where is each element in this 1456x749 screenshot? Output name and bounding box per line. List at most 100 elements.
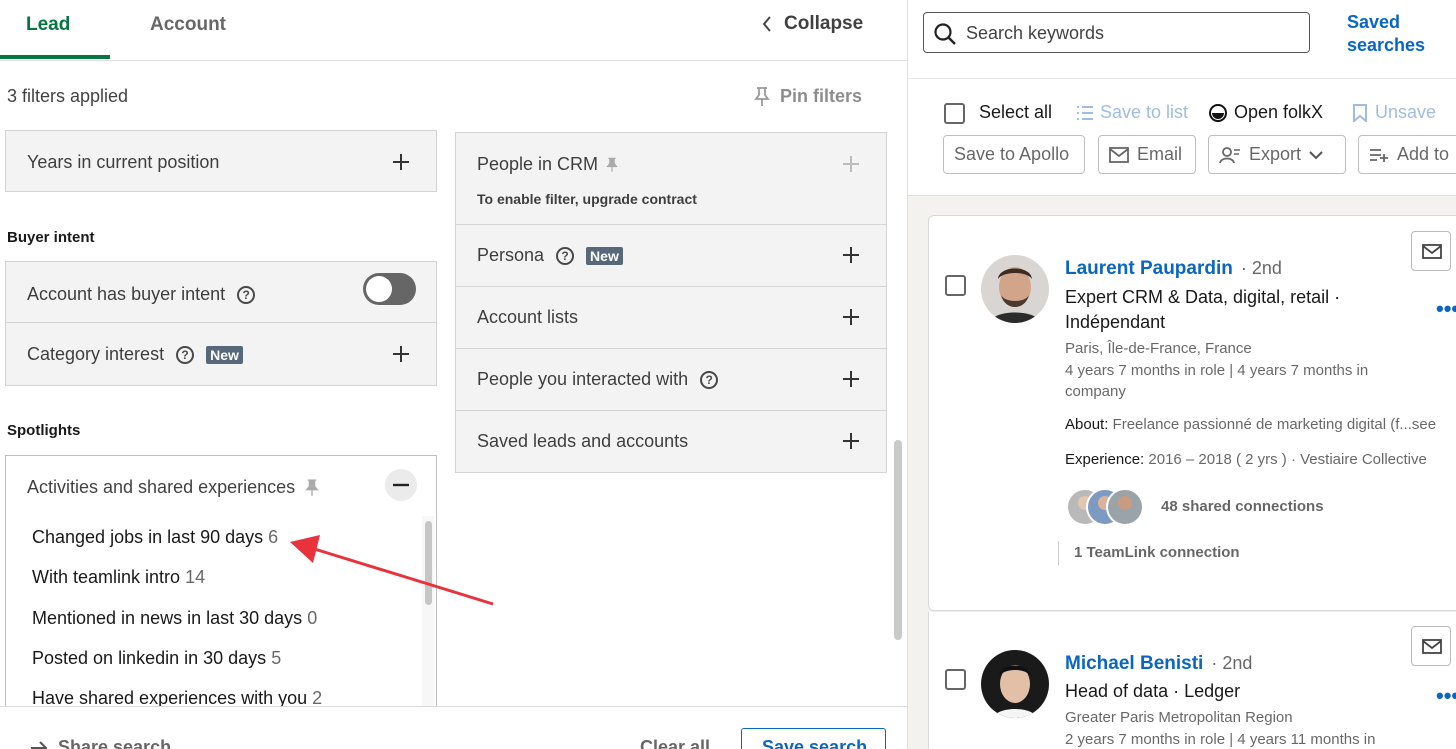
spotlight-label: Changed jobs in last 90 days	[32, 527, 264, 547]
shared-connections-avatars[interactable]	[1065, 487, 1153, 527]
filter-label: People you interacted with ?	[477, 369, 719, 390]
more-options-icon[interactable]: •••	[1436, 683, 1456, 709]
clear-all-button[interactable]: Clear all	[640, 737, 710, 749]
lead-tenure-line1: 2 years 7 months in role | 4 years 11 mo…	[1065, 731, 1376, 748]
arrow-right-icon	[30, 740, 48, 749]
help-icon[interactable]: ?	[237, 285, 256, 304]
collapse-button[interactable]: Collapse	[762, 13, 863, 35]
activities-label: Activities and shared experiences	[27, 477, 296, 497]
lead-experience: Experience: 2016 – 2018 ( 2 yrs ) · Vest…	[1065, 451, 1427, 468]
buyer-intent-toggle[interactable]	[363, 273, 416, 305]
header-divider	[0, 60, 907, 61]
help-icon[interactable]: ?	[700, 370, 719, 389]
message-button[interactable]	[1411, 231, 1451, 271]
connection-degree: · 2nd	[1211, 653, 1253, 673]
person-export-icon	[1219, 146, 1241, 164]
unsave-button[interactable]: Unsave	[1353, 102, 1436, 123]
filter-years-in-position[interactable]: Years in current position	[5, 130, 437, 192]
lead-location: Greater Paris Metropolitan Region	[1065, 709, 1293, 726]
section-title-buyer-intent: Buyer intent	[7, 229, 95, 246]
save-to-apollo-button[interactable]: Save to Apollo	[943, 135, 1085, 174]
save-to-list-button[interactable]: Save to list	[1076, 102, 1188, 123]
email-button[interactable]: Email	[1098, 135, 1196, 174]
open-folkx-button[interactable]: Open folkX	[1208, 102, 1323, 123]
spotlight-item-posted[interactable]: Posted on linkedin in 30 days 5	[32, 648, 281, 669]
help-icon[interactable]: ?	[176, 345, 195, 364]
pin-icon	[606, 157, 618, 173]
spotlight-count: 2	[312, 688, 323, 706]
mail-icon	[1422, 244, 1442, 259]
open-folkx-label: Open folkX	[1234, 102, 1324, 122]
pin-icon	[754, 86, 770, 107]
spotlight-label: Posted on linkedin in 30 days	[32, 648, 267, 668]
lead-name-row: Laurent Paupardin · 2nd	[1065, 258, 1282, 280]
collapse-section-button[interactable]	[385, 469, 417, 501]
results-panel: Search keywords Saved searches Select al…	[907, 0, 1456, 749]
filter-label: Years in current position	[27, 152, 220, 172]
message-button[interactable]	[1411, 626, 1451, 666]
spotlight-label: With teamlink intro	[32, 567, 181, 587]
filter-panel-scrollbar[interactable]	[894, 440, 902, 640]
filter-label: Persona ? New	[477, 245, 623, 266]
shared-connections-link[interactable]: 48 shared connections	[1161, 498, 1324, 515]
more-options-icon[interactable]: •••	[1436, 296, 1456, 322]
filter-label: Category interest ? New	[27, 344, 243, 365]
experience-text: 2016 – 2018 ( 2 yrs ) · Vestiaire Collec…	[1148, 451, 1427, 468]
lead-name-row: Michael Benisti · 2nd	[1065, 653, 1252, 675]
filter-account-lists[interactable]: Account lists	[455, 287, 887, 349]
about-label: About:	[1065, 416, 1109, 433]
filter-category-interest[interactable]: Category interest ? New	[5, 323, 437, 386]
export-button[interactable]: Export	[1208, 135, 1346, 174]
avatar[interactable]	[981, 650, 1049, 718]
filter-people-interacted[interactable]: People you interacted with ?	[455, 349, 887, 411]
about-text[interactable]: Freelance passionné de marketing digital…	[1113, 416, 1437, 433]
plus-icon[interactable]	[841, 307, 861, 327]
save-to-apollo-label: Save to Apollo	[954, 144, 1070, 164]
plus-icon[interactable]	[391, 152, 411, 172]
tab-lead[interactable]: Lead	[26, 0, 70, 60]
filter-persona[interactable]: Persona ? New	[455, 225, 887, 287]
filter-account-buyer-intent: Account has buyer intent ?	[5, 261, 437, 323]
crm-upgrade-note: To enable filter, upgrade contract	[477, 191, 697, 207]
spotlight-count: 14	[185, 567, 206, 587]
spotlight-item-news[interactable]: Mentioned in news in last 30 days 0	[32, 608, 317, 629]
select-all-label: Select all	[979, 102, 1053, 122]
lead-tenure-line2: company	[1065, 383, 1126, 400]
spotlight-item-shared-experiences[interactable]: Have shared experiences with you 2	[32, 688, 322, 706]
plus-icon[interactable]	[391, 344, 411, 364]
annotation-arrow-icon	[290, 535, 494, 606]
mail-icon	[1422, 639, 1442, 654]
lead-name-link[interactable]: Michael Benisti	[1065, 653, 1203, 675]
lead-title-line1: Head of data · Ledger	[1065, 681, 1241, 701]
save-search-button[interactable]: Save search	[741, 728, 886, 749]
share-search-button[interactable]: Share search	[30, 737, 171, 749]
lead-checkbox[interactable]	[945, 275, 966, 296]
save-to-list-label: Save to list	[1100, 102, 1189, 122]
lead-location: Paris, Île-de-France, France	[1065, 340, 1252, 357]
tab-account[interactable]: Account	[150, 0, 226, 60]
add-to-button[interactable]: Add to	[1358, 135, 1456, 174]
pin-filters-button[interactable]: Pin filters	[754, 86, 862, 107]
share-search-label: Share search	[58, 737, 172, 749]
saved-searches-link[interactable]: Saved searches	[1347, 11, 1447, 57]
spotlight-count: 5	[271, 648, 282, 668]
lead-checkbox[interactable]	[945, 669, 966, 690]
minus-icon	[393, 483, 409, 487]
toggle-knob	[366, 276, 392, 302]
select-all-checkbox[interactable]	[944, 103, 965, 124]
bookmark-icon	[1353, 103, 1367, 122]
help-icon[interactable]: ?	[556, 246, 575, 265]
search-input[interactable]: Search keywords	[923, 12, 1310, 53]
plus-icon[interactable]	[841, 245, 861, 265]
spotlight-item-changed-jobs[interactable]: Changed jobs in last 90 days 6	[32, 527, 278, 548]
plus-icon[interactable]	[841, 369, 861, 389]
spotlight-item-teamlink[interactable]: With teamlink intro 14	[32, 567, 205, 588]
avatar[interactable]	[981, 255, 1049, 323]
search-placeholder: Search keywords	[966, 23, 1105, 43]
lead-name-link[interactable]: Laurent Paupardin	[1065, 258, 1233, 280]
pin-icon[interactable]	[305, 478, 319, 497]
filter-saved-leads-accounts[interactable]: Saved leads and accounts	[455, 411, 887, 473]
plus-icon[interactable]	[841, 431, 861, 451]
teamlink-connection[interactable]: 1 TeamLink connection	[1074, 544, 1240, 561]
folkx-logo-icon	[1208, 103, 1228, 123]
